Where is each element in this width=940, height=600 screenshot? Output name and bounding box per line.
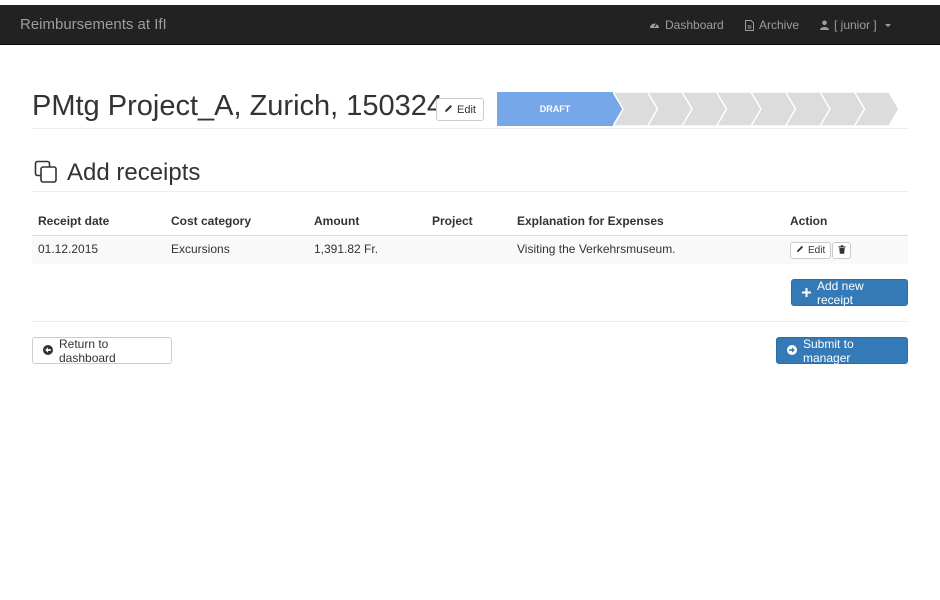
column-header-amount: Amount bbox=[314, 214, 360, 228]
pencil-icon bbox=[444, 104, 453, 116]
user-icon bbox=[820, 20, 829, 30]
cell-explanation: Visiting the Verkehrsmuseum. bbox=[517, 242, 676, 256]
plus-icon bbox=[802, 286, 811, 300]
return-to-dashboard-button[interactable]: Return to dashboard bbox=[32, 336, 172, 365]
nav-archive-label: Archive bbox=[759, 18, 800, 32]
nav-user-menu[interactable]: [ junior ] bbox=[820, 18, 891, 32]
add-receipt-button[interactable]: Add new receipt bbox=[791, 278, 908, 307]
chevron-down-icon bbox=[884, 23, 891, 27]
brand-link[interactable]: Reimbursements at IfI bbox=[20, 16, 167, 33]
cell-amount: 1,391.82 Fr. bbox=[314, 242, 379, 256]
page-title: PMtg Project_A, Zurich, 150324 bbox=[32, 90, 444, 122]
form-divider bbox=[32, 321, 908, 322]
column-header-action: Action bbox=[790, 214, 828, 228]
nav-archive[interactable]: Archive bbox=[745, 18, 799, 32]
title-divider bbox=[32, 128, 908, 129]
column-header-project: Project bbox=[432, 214, 473, 228]
navbar: Reimbursements at IfI Dashboard Archive … bbox=[0, 5, 940, 45]
edit-receipt-button[interactable]: Edit bbox=[790, 242, 832, 259]
submit-to-manager-label: Submit to manager bbox=[803, 336, 854, 365]
circle-arrow-right-icon bbox=[787, 344, 797, 358]
workflow-steps: DRAFT bbox=[497, 92, 909, 126]
edit-receipt-label: Edit bbox=[808, 245, 826, 256]
section-title: Add receipts bbox=[67, 159, 201, 186]
nav-dashboard[interactable]: Dashboard bbox=[649, 18, 724, 32]
trash-icon bbox=[838, 244, 846, 257]
column-header-category: Cost category bbox=[171, 214, 252, 228]
nav-user-label: [ junior ] bbox=[834, 18, 877, 32]
circle-arrow-left-icon bbox=[43, 344, 53, 358]
nav-dashboard-label: Dashboard bbox=[665, 18, 724, 32]
table-row bbox=[32, 236, 908, 264]
cell-category: Excursions bbox=[171, 242, 230, 256]
file-icon bbox=[745, 19, 754, 31]
submit-to-manager-button[interactable]: Submit to manager bbox=[776, 336, 908, 365]
return-to-dashboard-label: Return to dashboard bbox=[59, 336, 116, 365]
column-header-date: Receipt date bbox=[38, 214, 110, 228]
delete-receipt-button[interactable] bbox=[832, 242, 851, 259]
section-divider bbox=[32, 191, 908, 192]
add-receipt-label: Add new receipt bbox=[817, 278, 864, 307]
cell-date: 01.12.2015 bbox=[38, 242, 99, 256]
column-header-explanation: Explanation for Expenses bbox=[517, 214, 664, 228]
dashboard-icon bbox=[649, 20, 660, 30]
edit-title-label: Edit bbox=[457, 103, 476, 116]
pencil-icon bbox=[796, 245, 804, 256]
edit-title-button[interactable]: Edit bbox=[436, 98, 484, 121]
workflow-step-draft: DRAFT bbox=[497, 92, 613, 126]
copy-icon bbox=[34, 160, 58, 189]
